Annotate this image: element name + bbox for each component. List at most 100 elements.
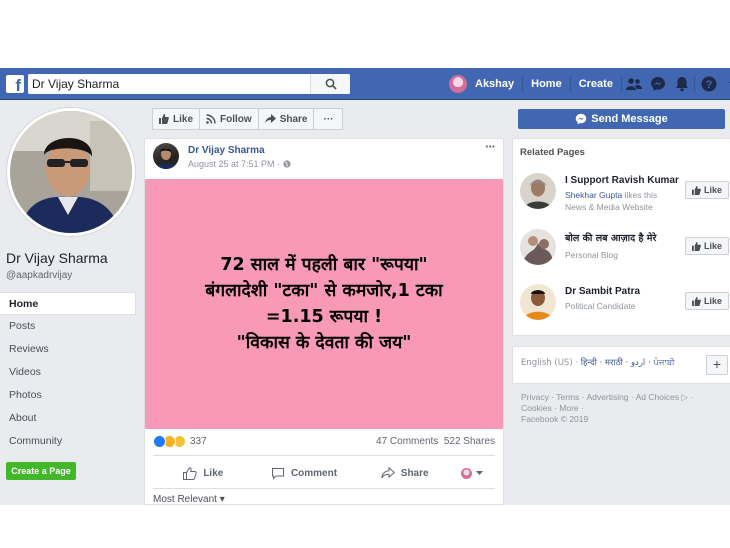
page-navigation: Home Posts Reviews Videos Photos About C… <box>0 292 136 453</box>
add-language-button[interactable]: + <box>706 355 728 375</box>
related-page-like-button[interactable]: Like <box>685 292 729 310</box>
follow-label: Follow <box>220 113 252 125</box>
follow-button[interactable]: Follow <box>199 108 259 130</box>
messenger-icon[interactable] <box>646 68 670 100</box>
related-page-like-button[interactable]: Like <box>685 237 729 255</box>
send-message-label: Send Message <box>591 113 668 125</box>
post-share-label: Share <box>400 467 429 479</box>
nav-item-about[interactable]: About <box>0 407 136 430</box>
notifications-icon[interactable] <box>670 68 694 100</box>
related-page-name[interactable]: I Support Ravish Kumar <box>565 175 679 186</box>
thumbs-up-icon <box>691 185 701 195</box>
related-page-category: News & Media Website <box>565 202 653 212</box>
related-page-name[interactable]: बोल की लब आज़ाद है मेरे <box>565 231 656 244</box>
thumbs-up-icon <box>159 114 169 124</box>
related-page-like-label: Like <box>703 185 722 195</box>
facebook-logo-icon[interactable]: f <box>6 75 24 93</box>
svg-text:?: ? <box>706 79 713 91</box>
top-navigation-bar: f Akshay Home Create <box>0 68 730 100</box>
post-share-button[interactable]: Share <box>354 459 455 487</box>
comments-count-link[interactable]: 47 Comments <box>376 436 438 447</box>
post-options-button[interactable]: ··· <box>485 139 496 154</box>
post-image[interactable]: 72 साल में पहली बार "रूपया" बंगलादेशी "ट… <box>145 179 503 429</box>
search-button[interactable] <box>310 74 350 94</box>
comment-label: Comment <box>290 467 338 479</box>
post-card: Dr Vijay Sharma August 25 at 7:51 PM · ·… <box>144 138 504 505</box>
more-options-icon: ··· <box>323 113 334 125</box>
search-input[interactable] <box>32 76 312 92</box>
globe-icon <box>282 160 291 168</box>
post-line-3: =1.15 रूपया ! <box>265 307 383 327</box>
post-timestamp[interactable]: August 25 at 7:51 PM · <box>188 159 291 169</box>
friend-link[interactable]: Shekhar Gupta <box>565 190 622 200</box>
friends-icon[interactable] <box>622 68 646 100</box>
thumbs-up-icon <box>183 466 197 480</box>
nav-item-reviews[interactable]: Reviews <box>0 338 136 361</box>
page-share-button[interactable]: Share <box>257 108 315 130</box>
comment-button[interactable]: Comment <box>254 459 355 487</box>
page-name[interactable]: Dr Vijay Sharma <box>6 250 108 266</box>
related-page-like-button[interactable]: Like <box>685 181 729 199</box>
related-page-item: बोल की लब आज़ाद है मेरे Personal Blog Li… <box>520 229 730 273</box>
page-share-label: Share <box>279 113 308 125</box>
copyright: Facebook © 2019 <box>521 414 589 424</box>
left-column: Dr Vijay Sharma @aapkadrvijay Home Posts… <box>0 100 144 505</box>
post-image-text: 72 साल में पहली बार "रूपया" बंगलादेशी "ट… <box>205 252 442 356</box>
chevron-down-icon <box>476 471 484 475</box>
related-page-item: I Support Ravish Kumar Shekhar Gupta lik… <box>520 173 730 217</box>
create-page-button[interactable]: Create a Page <box>6 462 76 480</box>
related-page-name[interactable]: Dr Sambit Patra <box>565 286 640 297</box>
right-column: Send Message Related Pages I Support Rav… <box>504 100 730 505</box>
page-like-label: Like <box>173 113 194 125</box>
post-like-button[interactable]: Like <box>153 459 254 487</box>
like-reaction-icon <box>153 435 166 448</box>
messenger-icon <box>576 113 587 125</box>
center-column: Like Follow Share ··· Dr Vijay Sharma Au… <box>144 100 504 505</box>
footer-line-1[interactable]: Privacy · Terms · Advertising · Ad Choic… <box>521 392 721 403</box>
footer-links: Privacy · Terms · Advertising · Ad Choic… <box>521 392 721 425</box>
create-link[interactable]: Create <box>571 68 621 100</box>
page-handle[interactable]: @aapkadrvijay <box>6 270 72 281</box>
other-languages[interactable]: हिन्दी · मराठी · اردو · ਪੰਜਾਬੀ <box>581 358 675 368</box>
send-message-button[interactable]: Send Message <box>518 109 725 129</box>
post-actions: Like Comment Share <box>153 459 495 487</box>
shares-count-link[interactable]: 522 Shares <box>444 436 495 447</box>
more-options-button[interactable]: ··· <box>313 108 344 130</box>
help-icon[interactable]: ? <box>695 68 723 100</box>
related-page-avatar[interactable] <box>520 284 556 320</box>
search-icon <box>325 78 337 90</box>
related-page-avatar[interactable] <box>520 173 556 209</box>
post-stats: 47 Comments 522 Shares <box>376 436 495 447</box>
nav-item-posts[interactable]: Posts <box>0 315 136 338</box>
page-like-button[interactable]: Like <box>152 108 201 130</box>
post-like-label: Like <box>203 467 224 479</box>
footer-line-2[interactable]: Cookies · More · <box>521 403 721 414</box>
related-page-subtitle: Political Candidate <box>565 300 635 312</box>
related-page-category: Personal Blog <box>565 250 618 260</box>
user-profile-link[interactable]: Akshay <box>467 68 522 100</box>
user-avatar[interactable] <box>449 75 467 93</box>
account-menu-icon[interactable] <box>723 68 730 100</box>
language-selector: English (US) · हिन्दी · मराठी · اردو · ਪ… <box>512 346 730 384</box>
post-author-name[interactable]: Dr Vijay Sharma <box>188 145 265 156</box>
nav-item-videos[interactable]: Videos <box>0 361 136 384</box>
comment-sort-dropdown[interactable]: Most Relevant ▾ <box>153 494 225 505</box>
nav-item-home[interactable]: Home <box>0 292 136 315</box>
home-link[interactable]: Home <box>523 68 570 100</box>
post-author-avatar[interactable] <box>153 143 179 169</box>
reaction-count: 337 <box>190 436 207 447</box>
reactions-summary[interactable]: 337 <box>153 435 207 448</box>
comment-icon <box>271 467 284 480</box>
nav-item-photos[interactable]: Photos <box>0 384 136 407</box>
nav-item-community[interactable]: Community <box>0 430 136 453</box>
share-arrow-icon <box>381 467 395 479</box>
post-time-text: August 25 at 7:51 PM · <box>188 159 281 169</box>
related-page-like-label: Like <box>703 296 722 306</box>
page-actions-bar: Like Follow Share ··· <box>152 108 344 130</box>
divider <box>153 488 495 489</box>
related-page-avatar[interactable] <box>520 229 556 265</box>
profile-picture[interactable] <box>7 108 135 236</box>
post-as-selector[interactable] <box>455 459 495 487</box>
current-language: English (US) <box>521 358 573 368</box>
thumbs-up-icon <box>691 296 701 306</box>
